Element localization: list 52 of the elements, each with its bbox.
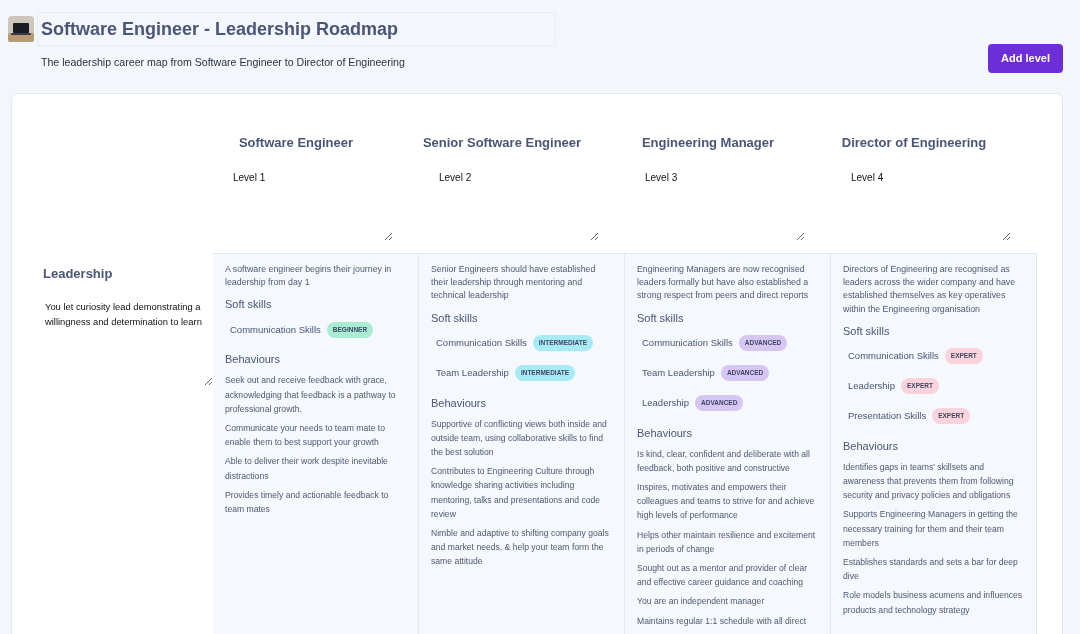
- behaviour-text: Is kind, clear, confident and deliberate with all feedback, both positive and constructive: [637, 447, 811, 475]
- skill-name: Leadership: [642, 396, 689, 410]
- section-heading: Soft skills: [843, 323, 890, 338]
- section-heading: Soft skills: [637, 310, 684, 325]
- page-title: Software Engineer - Leadership Roadmap: [37, 12, 556, 46]
- skill-name: Communication Skills: [230, 322, 321, 337]
- level-summary: Directors of Engineering are recognised as leaders across the wider company and have established themselves as key operatives within the Engineering organisation: [843, 263, 1017, 316]
- level-text-field[interactable]: Level 1: [225, 165, 393, 241]
- level-summary: Engineering Managers are now recognised leaders formally but have also established a strong respect from peers and direct reports: [637, 263, 810, 303]
- section-heading: Behaviours: [637, 425, 693, 440]
- behaviour-text: Inspires, motivates and empowers their colleagues and teams to strive for and achieve high levels of performance: [637, 481, 816, 523]
- level-text-field[interactable]: Level 2: [431, 165, 599, 241]
- level-heading: Director of Engineering: [840, 134, 988, 152]
- add-level-button[interactable]: Add level: [988, 44, 1063, 73]
- laptop-icon: [8, 16, 34, 42]
- behaviour-text: You are an independent manager: [637, 595, 766, 609]
- behaviour-text: Contributes to Engineering Culture through knowledge sharing activities including mentoring, talks and presentations and code review: [431, 465, 602, 521]
- behaviour-text: Sought out as a mentor and provider of clear and effective career guidance and coaching: [637, 562, 809, 590]
- behaviour-text: Nimble and adaptive to shifting company goals and market needs, & help your team form the same attitude: [431, 527, 610, 569]
- page-subtitle: The leadership career map from Software Engineer to Director of Engineering: [41, 55, 406, 69]
- section-heading: Soft skills: [225, 297, 272, 312]
- behaviour-text: Helps other maintain resilience and excitement in periods of change: [637, 528, 817, 556]
- behaviour-text: Supports Engineering Managers in getting the necessary training for them and their team members: [843, 508, 1019, 550]
- behaviour-text: Role models business acumens and influences products and technology strategy: [843, 589, 1024, 617]
- level-text-field[interactable]: Level 4: [843, 165, 1011, 241]
- behaviour-text: Able to deliver their work despite inevitable distractions: [225, 455, 389, 483]
- section-heading: Soft skills: [431, 310, 478, 325]
- skill-name: Leadership: [848, 379, 895, 394]
- skill-name: Team Leadership: [642, 366, 715, 380]
- behaviour-text: Maintains regular 1:1 schedule with all direct: [637, 614, 808, 628]
- behaviour-text: Communicate your needs to team mate to enable them to best support your growth: [225, 422, 387, 450]
- row-title: Leadership: [43, 265, 114, 283]
- section-heading: Behaviours: [843, 438, 899, 453]
- level-heading: Senior Software Engineer: [421, 134, 583, 152]
- skill-name: Team Leadership: [436, 366, 509, 380]
- section-heading: Behaviours: [431, 395, 487, 410]
- behaviour-text: Supportive of conflicting views both inside and outside team, using collaborative skills to find the best solution: [431, 417, 608, 459]
- section-heading: Behaviours: [225, 352, 281, 367]
- skill-name: Communication Skills: [642, 336, 733, 350]
- behaviour-text: Establishes standards and sets a bar for deep dive: [843, 556, 1019, 584]
- level-heading: Engineering Manager: [640, 134, 776, 152]
- skill-name: Communication Skills: [436, 336, 527, 350]
- skill-name: Communication Skills: [848, 349, 939, 364]
- level-heading: Software Engineer: [237, 134, 355, 152]
- skill-name: Presentation Skills: [848, 409, 927, 424]
- behaviour-text: Seek out and receive feedback with grace, acknowledging that feedback is a pathway to professional growth.: [225, 374, 397, 416]
- level-text-field[interactable]: Level 3: [637, 165, 805, 241]
- behaviour-text: Provides timely and actionable feedback to team mates: [225, 488, 390, 517]
- level-summary: Senior Engineers should have established their leadership through mentoring and technical leadership: [431, 263, 597, 303]
- level-summary: A software engineer begins their journey in leadership from day 1: [225, 263, 393, 290]
- behaviour-text: Identifies gaps in teams' skillsets and awareness that prevents them from following security and privacy policies and obligations: [843, 460, 1015, 503]
- row-description-field[interactable]: You let curiosity lead demonstrating a willingness and determination to learn: [43, 296, 213, 386]
